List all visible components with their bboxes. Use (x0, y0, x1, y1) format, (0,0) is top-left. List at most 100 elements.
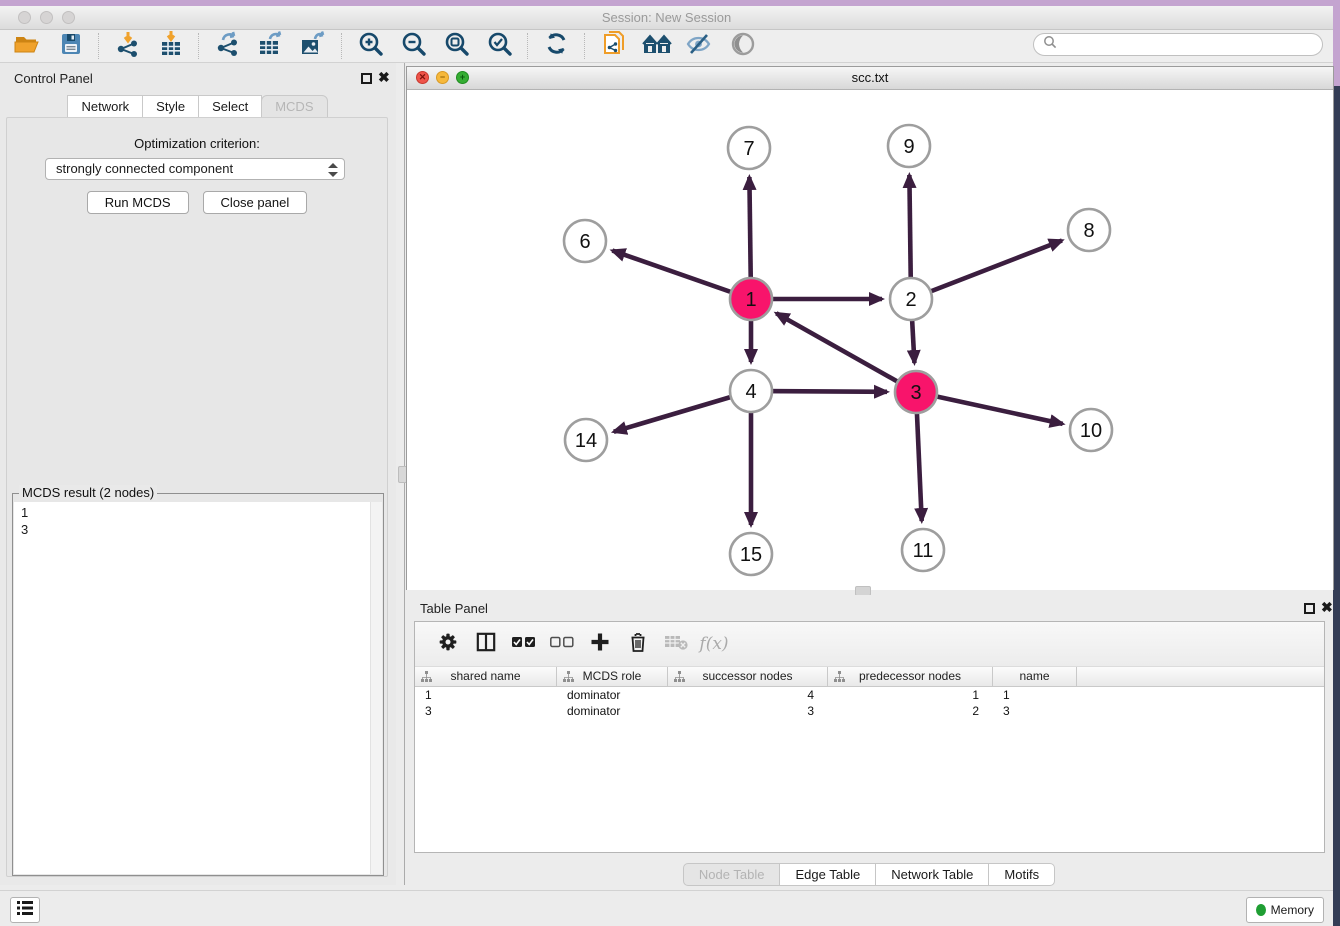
graph-edge-2-8[interactable] (911, 240, 1062, 299)
first-neighbors-button[interactable] (635, 31, 678, 61)
show-eye-icon (730, 31, 756, 62)
show-all-button[interactable] (721, 31, 764, 61)
table-cell: 1 (828, 687, 993, 703)
graph-node-7[interactable]: 7 (728, 127, 770, 169)
svg-text:1: 1 (745, 289, 756, 311)
toolbar-separator (98, 33, 100, 59)
graph-node-10[interactable]: 10 (1070, 409, 1112, 451)
unchecked-boxes-icon (550, 635, 574, 653)
table-body: 1dominator4113dominator323 (415, 687, 1324, 719)
delete-table-icon (664, 633, 688, 656)
zoom-out-button[interactable] (392, 31, 435, 61)
table-cell: 3 (668, 703, 828, 719)
network-canvas[interactable]: 1 2 3 4 6 7 8 9 10 11 14 15 (407, 90, 1333, 590)
delete-column-button[interactable] (619, 627, 657, 661)
column-header-successor-nodes[interactable]: successor nodes (668, 667, 828, 686)
svg-text:7: 7 (743, 138, 754, 160)
toolbar-separator (584, 33, 586, 59)
deselect-all-button[interactable] (543, 627, 581, 661)
close-panel-icon[interactable]: ✖ (378, 69, 390, 85)
table-settings-button[interactable] (429, 627, 467, 661)
column-header-shared-name[interactable]: shared name (415, 667, 557, 686)
float-panel-icon[interactable] (361, 73, 372, 84)
svg-text:15: 15 (740, 544, 762, 566)
svg-text:9: 9 (903, 136, 914, 158)
float-table-panel-icon[interactable] (1304, 603, 1315, 614)
zoom-selected-button[interactable] (478, 31, 521, 61)
export-network-button[interactable] (206, 31, 249, 61)
graph-node-4[interactable]: 4 (730, 370, 772, 412)
graph-node-8[interactable]: 8 (1068, 209, 1110, 251)
open-session-button[interactable] (6, 31, 49, 61)
run-mcds-button[interactable]: Run MCDS (87, 191, 189, 214)
search-field[interactable] (1033, 33, 1323, 56)
control-panel-title: Control Panel (14, 71, 93, 86)
tab-network[interactable]: Network (67, 95, 143, 118)
graph-node-2[interactable]: 2 (890, 278, 932, 320)
import-table-button[interactable] (149, 31, 192, 61)
graph-edge-3-1[interactable] (776, 313, 916, 392)
table-cell: 3 (993, 703, 1077, 719)
hide-selected-button[interactable] (678, 31, 721, 61)
table-row[interactable]: 3dominator323 (415, 703, 1324, 719)
svg-text:11: 11 (913, 540, 934, 562)
tab-select[interactable]: Select (198, 95, 262, 118)
mcds-result-line: 3 (21, 521, 370, 538)
refresh-view-button[interactable] (535, 31, 578, 61)
tab-motifs[interactable]: Motifs (988, 863, 1055, 886)
tab-style[interactable]: Style (142, 95, 199, 118)
show-columns-button[interactable] (467, 627, 505, 661)
export-image-button[interactable] (292, 31, 335, 61)
export-image-icon (300, 31, 327, 62)
graph-node-6[interactable]: 6 (564, 220, 606, 262)
memory-button[interactable]: Memory (1246, 897, 1324, 923)
graph-node-11[interactable]: 11 (902, 529, 944, 571)
duplicate-network-button[interactable] (592, 31, 635, 61)
add-column-button[interactable] (581, 627, 619, 661)
hide-eye-icon (686, 32, 713, 61)
zoom-in-icon (358, 31, 384, 62)
app-titlebar: Session: New Session (0, 6, 1333, 30)
table-row[interactable]: 1dominator411 (415, 687, 1324, 703)
graph-node-14[interactable]: 14 (565, 419, 607, 461)
network-window-title: scc.txt (407, 67, 1333, 89)
mcds-result-list[interactable]: 13 (14, 502, 370, 874)
import-table-icon (158, 31, 184, 62)
criterion-value: strongly connected component (56, 161, 233, 176)
column-header-mcds-role[interactable]: MCDS role (557, 667, 668, 686)
automation-panel-button[interactable] (10, 897, 40, 923)
search-icon (1042, 34, 1058, 55)
refresh-icon (544, 31, 569, 61)
table-header-row: shared nameMCDS rolesuccessor nodesprede… (415, 667, 1324, 687)
criterion-dropdown[interactable]: strongly connected component (45, 158, 345, 180)
import-network-icon (115, 31, 141, 62)
table-panel: Table Panel ✖ (406, 595, 1333, 889)
network-graph[interactable]: 1 2 3 4 6 7 8 9 10 11 14 15 (407, 90, 1333, 590)
close-panel-button[interactable]: Close panel (203, 191, 308, 214)
save-session-button[interactable] (49, 31, 92, 61)
search-input[interactable] (1058, 37, 1322, 53)
column-header-name[interactable]: name (993, 667, 1077, 686)
table-cell: dominator (557, 687, 668, 703)
graph-edge-3-10[interactable] (916, 392, 1063, 424)
graph-node-1[interactable]: 1 (730, 278, 772, 320)
graph-node-9[interactable]: 9 (888, 125, 930, 167)
tab-edge-table[interactable]: Edge Table (779, 863, 876, 886)
tab-mcds[interactable]: MCDS (261, 95, 327, 118)
status-bar: Memory (0, 890, 1333, 926)
zoom-fit-button[interactable] (435, 31, 478, 61)
import-network-button[interactable] (106, 31, 149, 61)
zoom-in-button[interactable] (349, 31, 392, 61)
tab-node-table[interactable]: Node Table (683, 863, 781, 886)
svg-text:4: 4 (745, 381, 756, 403)
plus-icon (590, 632, 610, 657)
close-table-panel-icon[interactable]: ✖ (1321, 599, 1333, 615)
tab-network-table[interactable]: Network Table (875, 863, 989, 886)
open-folder-icon (14, 32, 41, 61)
select-all-button[interactable] (505, 627, 543, 661)
graph-node-3[interactable]: 3 (895, 371, 937, 413)
export-table-button[interactable] (249, 31, 292, 61)
graph-node-15[interactable]: 15 (730, 533, 772, 575)
result-scrollbar[interactable] (370, 502, 382, 874)
column-header-predecessor-nodes[interactable]: predecessor nodes (828, 667, 993, 686)
